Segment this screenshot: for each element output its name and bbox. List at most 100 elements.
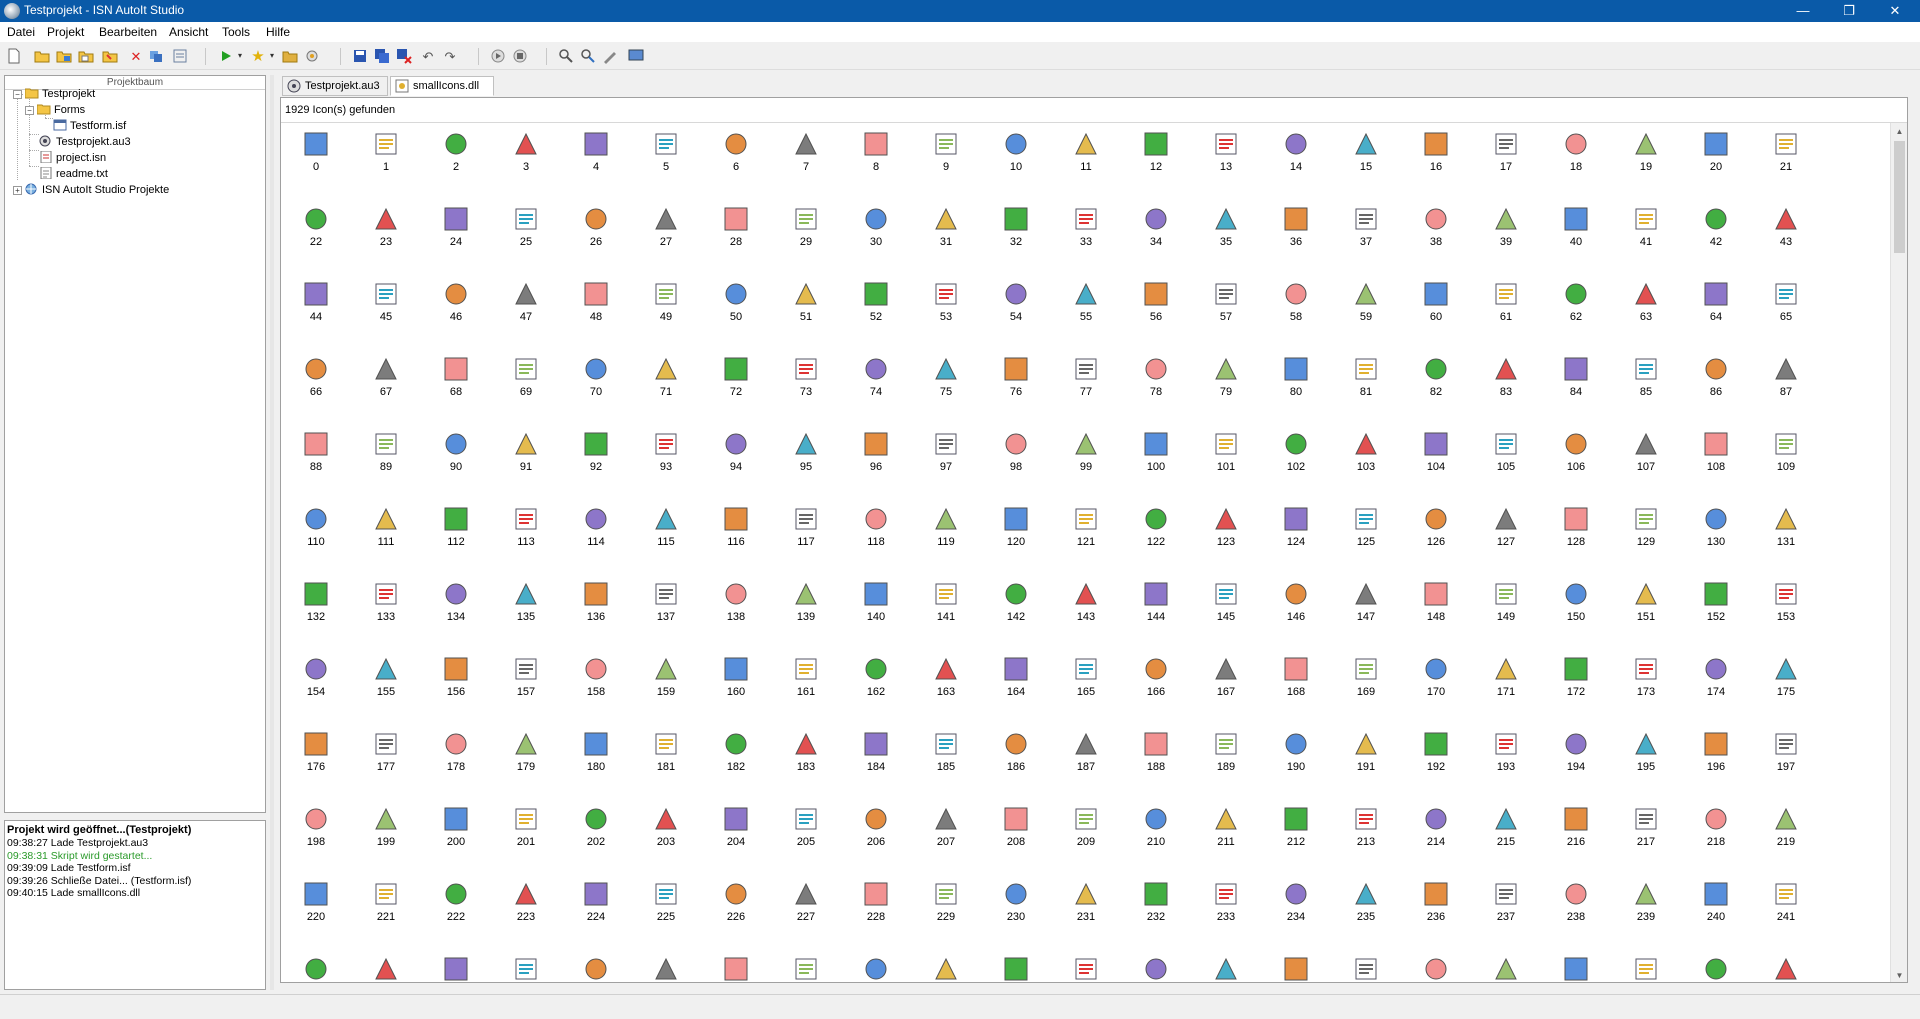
icon-cell[interactable]: 224 [561, 875, 631, 937]
icon-cell[interactable]: 113 [491, 500, 561, 562]
icon-cell[interactable]: 56 [1121, 275, 1191, 337]
icon-cell[interactable]: 3 [491, 125, 561, 187]
icon-cell[interactable]: 151 [1611, 575, 1681, 637]
icon-cell[interactable]: 119 [911, 500, 981, 562]
icon-cell[interactable]: 84 [1541, 350, 1611, 412]
icon-cell[interactable]: 20 [1681, 125, 1751, 187]
tree-item-forms[interactable]: Forms [36, 103, 85, 118]
icon-cell[interactable]: 236 [1401, 875, 1471, 937]
icon-cell[interactable]: 76 [981, 350, 1051, 412]
icon-cell[interactable]: 226 [701, 875, 771, 937]
icon-cell[interactable]: 82 [1401, 350, 1471, 412]
icon-cell[interactable]: 174 [1681, 650, 1751, 712]
icon-cell[interactable] [981, 950, 1051, 982]
icon-cell[interactable]: 88 [281, 425, 351, 487]
icon-cell[interactable]: 65 [1751, 275, 1821, 337]
tree-item-testform[interactable]: Testform.isf [53, 119, 126, 134]
icon-cell[interactable]: 78 [1121, 350, 1191, 412]
icon-cell[interactable]: 206 [841, 800, 911, 862]
icon-cell[interactable]: 101 [1191, 425, 1261, 487]
menu-datei[interactable]: Datei [7, 25, 35, 39]
tree-collapse-toggle[interactable]: − [13, 90, 22, 99]
icon-cell[interactable]: 188 [1121, 725, 1191, 787]
tree-item-testprojekt-au3[interactable]: Testprojekt.au3 [39, 135, 131, 150]
icon-cell[interactable]: 146 [1261, 575, 1331, 637]
icon-cell[interactable]: 34 [1121, 200, 1191, 262]
tab-smallicons-dll[interactable]: smallIcons.dll [390, 76, 494, 96]
icon-cell[interactable]: 181 [631, 725, 701, 787]
menu-projekt[interactable]: Projekt [47, 25, 84, 39]
icon-cell[interactable]: 212 [1261, 800, 1331, 862]
icon-cell[interactable]: 19 [1611, 125, 1681, 187]
icon-cell[interactable]: 159 [631, 650, 701, 712]
icon-cell[interactable]: 105 [1471, 425, 1541, 487]
icon-cell[interactable]: 175 [1751, 650, 1821, 712]
icon-cell[interactable]: 72 [701, 350, 771, 412]
icon-cell[interactable] [1051, 950, 1121, 982]
icon-cell[interactable]: 26 [561, 200, 631, 262]
icon-cell[interactable]: 14 [1261, 125, 1331, 187]
icon-cell[interactable]: 96 [841, 425, 911, 487]
icon-cell[interactable]: 36 [1261, 200, 1331, 262]
icon-cell[interactable]: 24 [421, 200, 491, 262]
close-button[interactable]: ✕ [1872, 0, 1918, 22]
settings-icon[interactable] [172, 48, 188, 64]
icon-cell[interactable]: 108 [1681, 425, 1751, 487]
icon-cell[interactable]: 37 [1331, 200, 1401, 262]
icon-cell[interactable] [561, 950, 631, 982]
icon-cell[interactable]: 207 [911, 800, 981, 862]
icon-cell[interactable]: 240 [1681, 875, 1751, 937]
icon-cell[interactable]: 9 [911, 125, 981, 187]
minimize-button[interactable]: — [1780, 0, 1826, 22]
icon-cell[interactable]: 141 [911, 575, 981, 637]
favorites-dropdown-icon[interactable]: ▾ [264, 48, 280, 64]
icon-cell[interactable]: 177 [351, 725, 421, 787]
monitor-icon[interactable] [628, 48, 644, 64]
icon-cell[interactable] [701, 950, 771, 982]
icon-cell[interactable]: 220 [281, 875, 351, 937]
icon-cell[interactable]: 117 [771, 500, 841, 562]
icon-cell[interactable]: 204 [701, 800, 771, 862]
icon-cell[interactable]: 22 [281, 200, 351, 262]
icon-cell[interactable]: 44 [281, 275, 351, 337]
icon-cell[interactable]: 152 [1681, 575, 1751, 637]
icon-cell[interactable]: 32 [981, 200, 1051, 262]
icon-cell[interactable]: 23 [351, 200, 421, 262]
icon-cell[interactable]: 198 [281, 800, 351, 862]
icon-cell[interactable]: 169 [1331, 650, 1401, 712]
refresh-icon[interactable] [148, 48, 164, 64]
icon-cell[interactable]: 132 [281, 575, 351, 637]
icon-cell[interactable] [1471, 950, 1541, 982]
panel-splitter[interactable] [270, 75, 274, 990]
icon-cell[interactable]: 194 [1541, 725, 1611, 787]
icon-cell[interactable]: 210 [1121, 800, 1191, 862]
icon-cell[interactable]: 145 [1191, 575, 1261, 637]
icon-cell[interactable]: 21 [1751, 125, 1821, 187]
icon-cell[interactable]: 41 [1611, 200, 1681, 262]
icon-cell[interactable]: 203 [631, 800, 701, 862]
icon-cell[interactable]: 29 [771, 200, 841, 262]
icon-cell[interactable]: 54 [981, 275, 1051, 337]
icon-cell[interactable]: 83 [1471, 350, 1541, 412]
icon-cell[interactable] [1681, 950, 1751, 982]
icon-cell[interactable]: 67 [351, 350, 421, 412]
icon-cell[interactable]: 150 [1541, 575, 1611, 637]
icon-cell[interactable]: 228 [841, 875, 911, 937]
icon-cell[interactable]: 218 [1681, 800, 1751, 862]
tree-item-isn-projects[interactable]: ISN AutoIt Studio Projekte [25, 183, 169, 198]
icon-cell[interactable] [421, 950, 491, 982]
icon-cell[interactable]: 173 [1611, 650, 1681, 712]
icon-cell[interactable]: 123 [1191, 500, 1261, 562]
icon-cell[interactable] [1541, 950, 1611, 982]
icon-cell[interactable] [631, 950, 701, 982]
icon-cell[interactable]: 155 [351, 650, 421, 712]
icon-cell[interactable]: 110 [281, 500, 351, 562]
menu-tools[interactable]: Tools [222, 25, 250, 39]
icon-cell[interactable]: 164 [981, 650, 1051, 712]
icon-cell[interactable]: 235 [1331, 875, 1401, 937]
icon-cell[interactable]: 68 [421, 350, 491, 412]
icon-cell[interactable]: 215 [1471, 800, 1541, 862]
icon-cell[interactable]: 208 [981, 800, 1051, 862]
menu-bearbeiten[interactable]: Bearbeiten [99, 25, 157, 39]
icon-cell[interactable]: 234 [1261, 875, 1331, 937]
